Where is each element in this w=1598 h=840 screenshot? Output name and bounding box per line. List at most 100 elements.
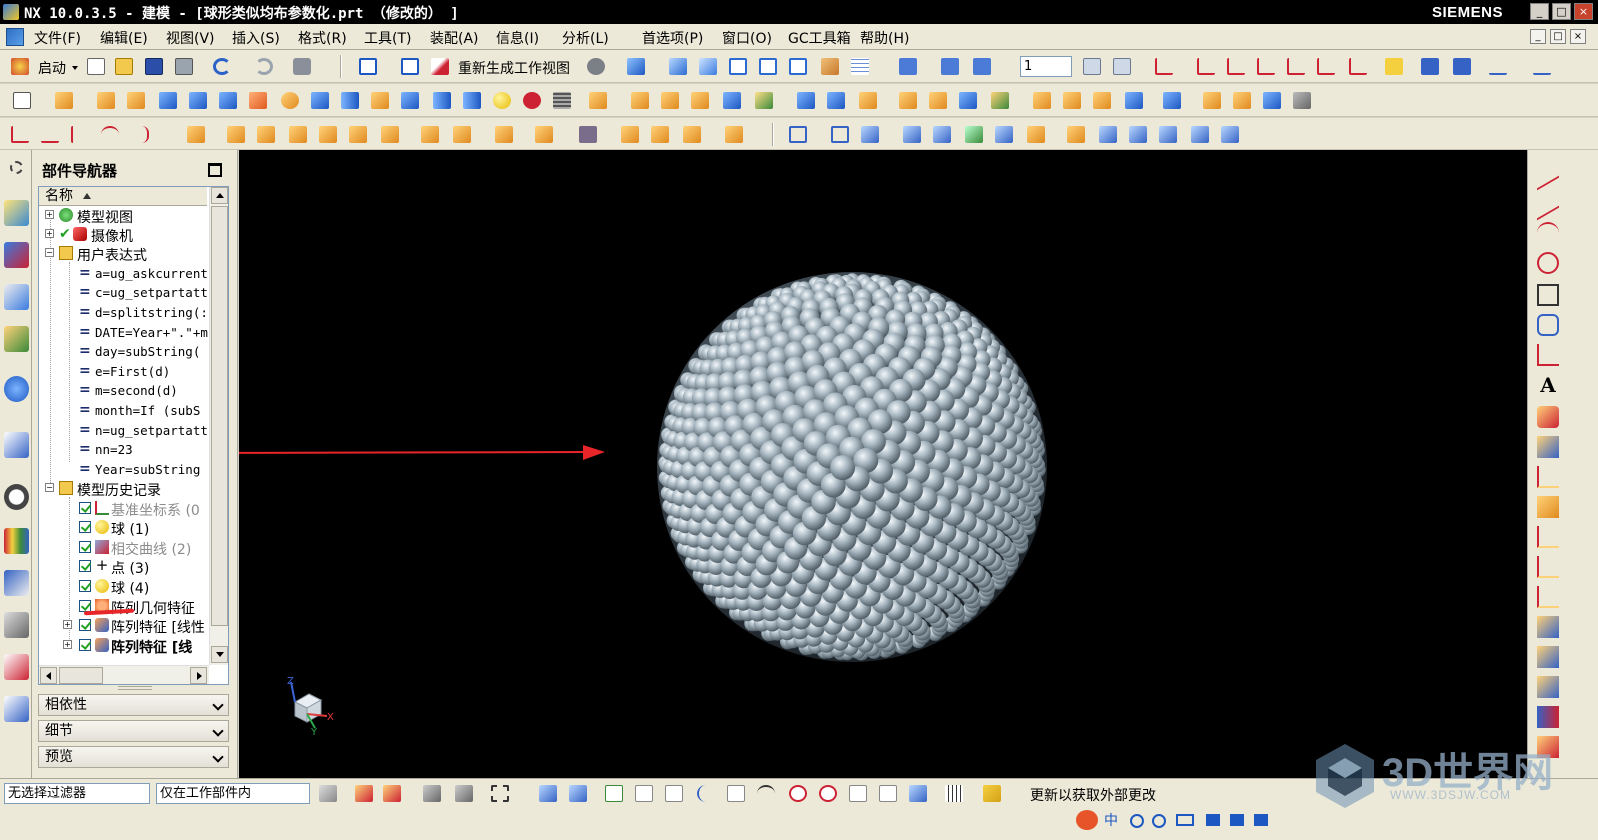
transition-button[interactable] (1126, 123, 1150, 146)
extrude-button[interactable] (52, 89, 76, 112)
snap-end-point-button[interactable] (632, 782, 656, 805)
ime-mic-icon[interactable] (1152, 814, 1166, 828)
snap-existing-point-button[interactable] (816, 782, 840, 805)
preview-section[interactable]: 预览 (38, 746, 229, 768)
offset-curve-button[interactable] (316, 123, 340, 146)
studio-surface-button[interactable] (930, 123, 954, 146)
groove-button[interactable] (308, 89, 332, 112)
wcs-orient-button[interactable] (1152, 55, 1176, 78)
show-hide-button[interactable] (1418, 55, 1442, 78)
cylinder-solid-button[interactable] (430, 89, 454, 112)
ime-tools-icon[interactable] (1206, 814, 1220, 826)
pad-button[interactable] (246, 89, 270, 112)
rectangle-select-button[interactable] (488, 782, 512, 805)
offset-tool-icon[interactable] (1537, 496, 1559, 518)
scroll-thumb[interactable] (211, 206, 228, 626)
web-browser-tab-icon[interactable] (4, 432, 29, 458)
scroll-up-button[interactable] (211, 187, 228, 204)
cone-button[interactable] (368, 89, 392, 112)
feature-row[interactable]: 球 (4) (39, 577, 209, 596)
instance-geometry-button[interactable] (1090, 89, 1114, 112)
hole-button[interactable] (124, 89, 148, 112)
ime-menu-icon[interactable] (1254, 814, 1268, 826)
mirror-tool-icon[interactable] (1537, 526, 1559, 548)
project-curve-button[interactable] (184, 123, 208, 146)
sew-button[interactable] (1122, 89, 1146, 112)
menu-file[interactable]: 文件(F) (34, 28, 81, 48)
cone-solid-button[interactable] (460, 89, 484, 112)
extract-curve-button[interactable] (286, 123, 310, 146)
offset-face-button[interactable] (926, 89, 950, 112)
wcs-absolute-button[interactable] (1284, 55, 1308, 78)
wrap-button[interactable] (988, 89, 1012, 112)
menu-edit[interactable]: 编辑(E) (100, 28, 148, 48)
trim-sheet-button[interactable] (1230, 89, 1254, 112)
regenerate-view-button[interactable] (428, 55, 452, 78)
extend-sheet-button[interactable] (1260, 89, 1284, 112)
x-form-button[interactable] (1096, 123, 1120, 146)
datum-button[interactable] (576, 123, 600, 146)
edit-section-button[interactable] (818, 55, 842, 78)
text-tool-icon[interactable]: A (1537, 374, 1559, 396)
collapse-icon[interactable]: − (45, 248, 54, 257)
block-button[interactable] (156, 89, 180, 112)
text-curve-button[interactable] (450, 123, 474, 146)
expand-icon[interactable]: + (63, 620, 72, 629)
pocket-button[interactable] (216, 89, 240, 112)
process-studio-tab-icon[interactable] (4, 570, 29, 596)
scroll-left-button[interactable] (40, 667, 57, 684)
trimetric-view-button[interactable] (666, 55, 690, 78)
n-sided-surface-button[interactable] (962, 123, 986, 146)
sketch-button[interactable] (10, 89, 34, 112)
measure-length-button[interactable] (1530, 55, 1554, 78)
section-surface-button[interactable] (1290, 89, 1314, 112)
section-curve-button[interactable] (254, 123, 278, 146)
role-tab-icon[interactable] (4, 654, 29, 680)
scroll-thumb[interactable] (59, 667, 103, 684)
top-view-button[interactable] (726, 55, 750, 78)
front-view-button[interactable] (756, 55, 780, 78)
type-filter-select[interactable]: 无选择过滤器 (4, 783, 150, 804)
through-curves-button[interactable] (786, 123, 810, 146)
select-all-button[interactable] (352, 782, 376, 805)
history-tab-icon[interactable] (4, 484, 29, 510)
system-scene-tab-icon[interactable] (4, 696, 29, 722)
fillet-tool-icon[interactable] (1537, 314, 1559, 336)
styled-sweep-button[interactable] (1188, 123, 1212, 146)
ime-skin-icon[interactable] (1230, 814, 1244, 826)
expression-row-nn[interactable]: = nn=23 (39, 440, 209, 459)
bounded-plane-button[interactable] (1064, 123, 1088, 146)
patch-button[interactable] (1160, 89, 1184, 112)
shaded-button[interactable] (624, 55, 648, 78)
flange-surface-button[interactable] (1156, 123, 1180, 146)
law-curve-button[interactable] (492, 123, 516, 146)
polygon-tool-icon[interactable] (1537, 344, 1559, 366)
expression-row[interactable]: = DATE=Year+"."+m (39, 323, 209, 342)
pattern-tool-icon[interactable] (1537, 556, 1559, 578)
isometric-view-button[interactable] (696, 55, 720, 78)
assembly-navigator-tab-icon[interactable] (4, 242, 29, 268)
menu-view[interactable]: 视图(V) (166, 28, 215, 48)
intersection-curve-button[interactable] (224, 123, 248, 146)
draft-button[interactable] (896, 89, 920, 112)
doc-minimize-button[interactable]: _ (1530, 29, 1546, 44)
feature-row[interactable]: + 阵列特征 [线 (39, 636, 209, 655)
manufacturing-wizard-tab-icon[interactable] (4, 612, 29, 638)
offset-surface-button[interactable] (992, 123, 1016, 146)
thicken-button[interactable] (1200, 89, 1224, 112)
grid-toggle-button[interactable] (942, 782, 966, 805)
spline-button[interactable] (98, 123, 122, 146)
feature-row[interactable]: 球 (1) (39, 518, 209, 537)
orient-view-button[interactable] (938, 55, 962, 78)
line-tool-icon[interactable] (1537, 185, 1559, 221)
fillet-curve-button[interactable] (128, 123, 152, 146)
surface-analysis-button[interactable] (1218, 123, 1242, 146)
snap-bounded-grid-button[interactable] (906, 782, 930, 805)
curve-on-surface-button[interactable] (532, 123, 556, 146)
sphere-button[interactable] (398, 89, 422, 112)
split-body-button[interactable] (752, 89, 776, 112)
expand-icon[interactable]: + (45, 210, 54, 219)
cylinder-button[interactable] (338, 89, 362, 112)
new-file-button[interactable] (84, 55, 108, 78)
expression-row[interactable]: = d=splitstring(: (39, 303, 209, 322)
